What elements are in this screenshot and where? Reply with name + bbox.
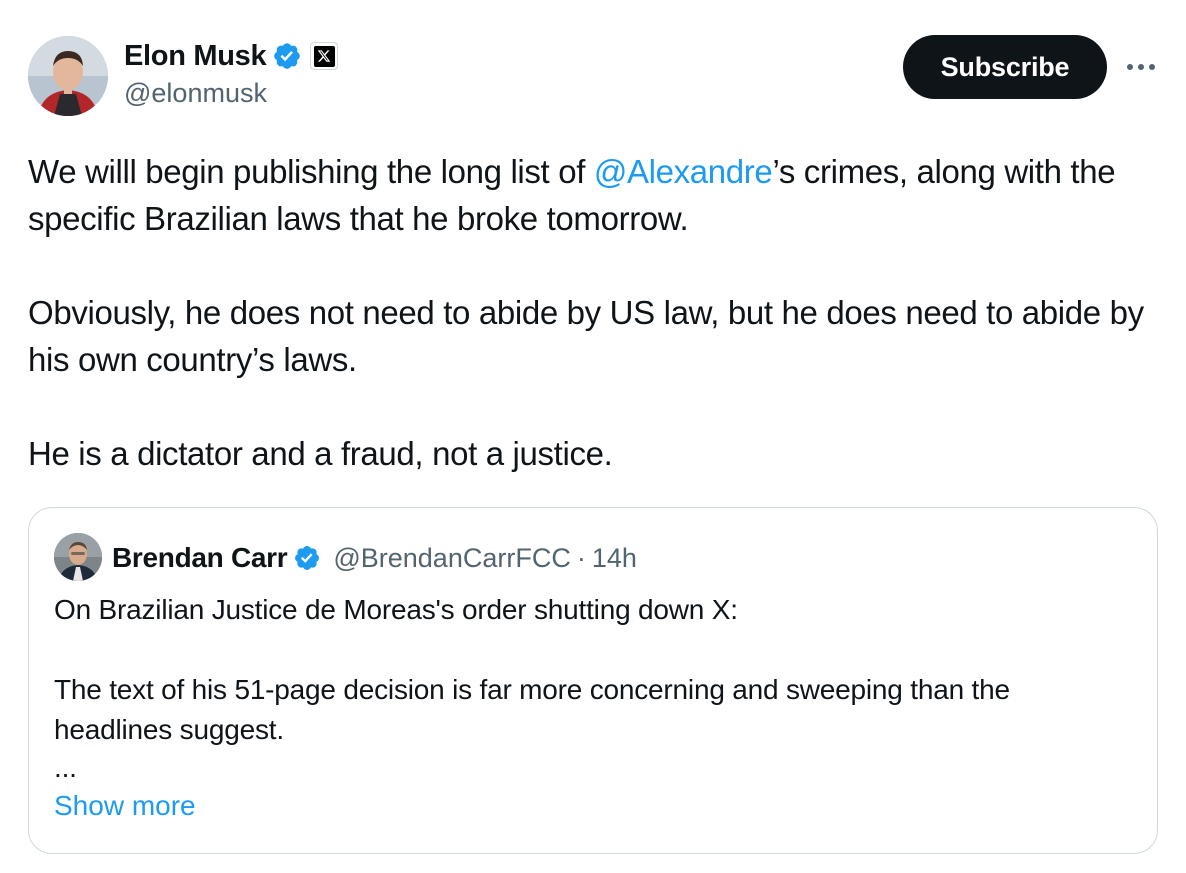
quote-author-name[interactable]: Brendan Carr <box>112 542 288 574</box>
tweet-paragraph-1: We willl begin publishing the long list … <box>28 148 1168 242</box>
quote-paragraph-2: The text of his 51-page decision is far … <box>54 674 1010 745</box>
author-avatar[interactable] <box>28 36 108 116</box>
more-horizontal-icon[interactable] <box>1124 55 1158 79</box>
quote-text: On Brazilian Justice de Moreas's order s… <box>54 590 1134 786</box>
author-name-row: Elon Musk <box>124 38 339 74</box>
mention-link[interactable]: @Alexandre <box>594 153 773 190</box>
author-display-name[interactable]: Elon Musk <box>124 40 267 73</box>
quote-paragraph-1: On Brazilian Justice de Moreas's order s… <box>54 594 738 625</box>
quoted-tweet[interactable]: Brendan Carr @BrendanCarrFCC · 14h On Br… <box>28 507 1158 854</box>
tweet-paragraph-3: He is a dictator and a fraud, not a just… <box>28 435 613 472</box>
x-logo-glyph <box>313 45 335 67</box>
x-logo-icon[interactable] <box>310 42 339 70</box>
quote-ellipsis: ... <box>54 752 77 783</box>
tweet-text: We willl begin publishing the long list … <box>28 148 1168 477</box>
verified-badge-icon[interactable] <box>293 544 321 572</box>
quote-header: Brendan Carr @BrendanCarrFCC · 14h <box>112 538 637 578</box>
verified-badge-icon[interactable] <box>272 41 302 71</box>
tweet-text-segment: We willl begin publishing the long list … <box>28 153 594 190</box>
quote-timestamp[interactable]: 14h <box>592 543 637 574</box>
subscribe-button[interactable]: Subscribe <box>903 35 1107 99</box>
quote-author-avatar[interactable] <box>54 533 102 581</box>
quote-author-handle[interactable]: @BrendanCarrFCC <box>333 543 570 574</box>
tweet-card: Elon Musk @elonmusk Subscribe We willl b… <box>0 0 1186 873</box>
show-more-link[interactable]: Show more <box>54 790 196 822</box>
tweet-paragraph-2: Obviously, he does not need to abide by … <box>28 294 1144 378</box>
author-handle[interactable]: @elonmusk <box>124 78 267 109</box>
quote-separator: · <box>576 542 586 573</box>
